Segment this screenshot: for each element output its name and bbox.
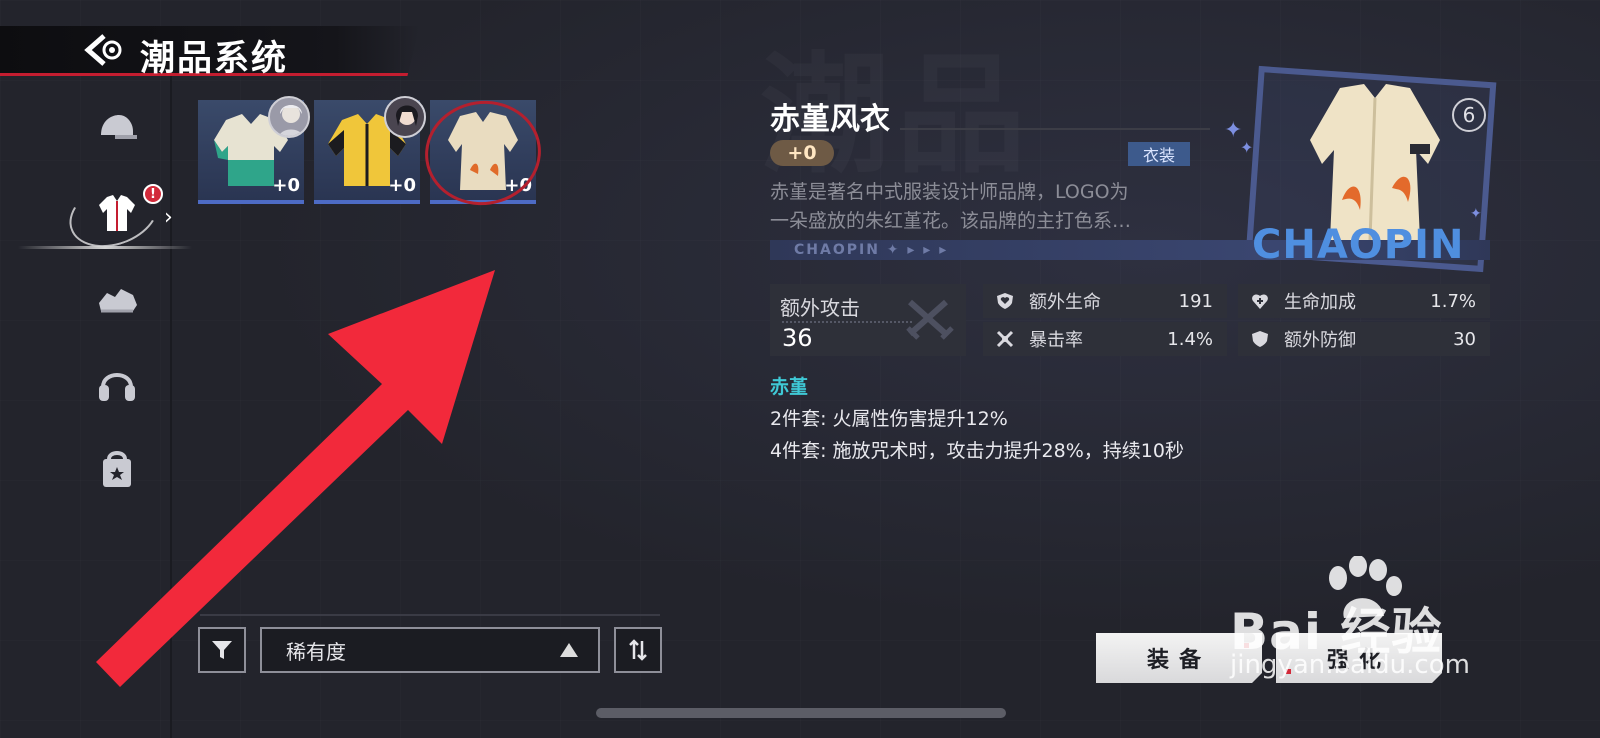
shield-icon [1250, 329, 1270, 349]
item-level: +0 [272, 175, 300, 196]
sidebar-active-underline [18, 246, 192, 249]
jacket-icon [99, 195, 135, 231]
item-name: 赤堇风衣 [770, 102, 890, 137]
main-stat-divider [782, 321, 912, 323]
sidebar-item-hat[interactable] [86, 98, 148, 160]
crossed-swords-icon [995, 329, 1015, 349]
chevron-right-icon: › [164, 205, 173, 230]
home-indicator[interactable] [596, 708, 1006, 718]
sidebar-notification-badge: ! [143, 184, 163, 204]
sidebar-item-jacket[interactable] [86, 182, 148, 244]
sort-order-icon [629, 639, 647, 661]
watermark-url: jingyan.baidu.com [1230, 650, 1470, 680]
cap-icon [101, 115, 137, 139]
brand-strip-text: CHAOPIN [794, 242, 880, 258]
back-icon[interactable] [84, 33, 124, 67]
stat-value: 191 [1178, 290, 1213, 312]
rank-badge: 6 [1452, 98, 1486, 132]
item-level: +0 [388, 175, 416, 196]
filter-button[interactable] [198, 627, 246, 673]
sword-icon [906, 299, 954, 340]
list-divider [200, 614, 660, 616]
strip-decoration: ✦ ▸ ▸ ▸ [886, 242, 949, 258]
sort-order-button[interactable] [614, 627, 662, 673]
stat-value: 30 [1453, 328, 1476, 350]
main-stat-label: 额外攻击 [780, 296, 860, 320]
sort-dropdown-label: 稀有度 [286, 639, 346, 664]
brand-art-text: CHAOPIN [1252, 222, 1465, 268]
stat-label: 暴击率 [1029, 330, 1083, 351]
inventory-item[interactable]: +0 [314, 96, 426, 204]
owner-portrait [268, 96, 310, 138]
stat-row: 暴击率 1.4% [983, 322, 1227, 356]
stat-label: 额外生命 [1029, 292, 1101, 313]
stat-value: 1.4% [1167, 328, 1213, 350]
sort-dropdown[interactable]: 稀有度 [260, 627, 600, 673]
stat-label: 生命加成 [1284, 292, 1356, 313]
page-title: 潮品系统 [140, 39, 289, 79]
item-description: 赤堇是著名中式服装设计师品牌，LOGO为 一朵盛放的朱红堇花。该品牌的主打色系… [770, 178, 1210, 236]
heart-plus-icon [1250, 291, 1270, 311]
set-name: 赤堇 [770, 376, 809, 398]
main-stat: 额外攻击 36 [770, 284, 966, 356]
stat-row: 额外防御 30 [1238, 322, 1490, 356]
caret-up-icon [560, 643, 578, 657]
inventory-item[interactable]: +0 [198, 96, 310, 204]
title-divider [900, 128, 1210, 130]
set-bonus-4: 4件套: 施放咒术时，攻击力提升28%，持续10秒 [770, 440, 1184, 462]
stat-label: 额外防御 [1284, 330, 1356, 351]
item-level-badge: +0 [770, 140, 834, 166]
owner-portrait [384, 96, 426, 138]
item-type-tag: 衣装 [1128, 142, 1190, 166]
sparkle-icon: ✦ [1470, 206, 1482, 222]
description-line: 赤堇是著名中式服装设计师品牌，LOGO为 [770, 181, 1129, 203]
stat-row: 额外生命 191 [983, 284, 1227, 318]
heart-shield-icon [995, 291, 1015, 311]
sparkle-icon: ✦ [1240, 138, 1254, 157]
filter-icon [212, 641, 232, 659]
main-stat-value: 36 [782, 324, 813, 352]
description-line: 一朵盛放的朱红堇花。该品牌的主打色系… [770, 210, 1132, 232]
set-bonus-2: 2件套: 火属性伤害提升12% [770, 408, 1008, 430]
equip-button-label: 装备 [1146, 648, 1211, 673]
stat-row: 生命加成 1.7% [1238, 284, 1490, 318]
stat-value: 1.7% [1430, 290, 1476, 312]
